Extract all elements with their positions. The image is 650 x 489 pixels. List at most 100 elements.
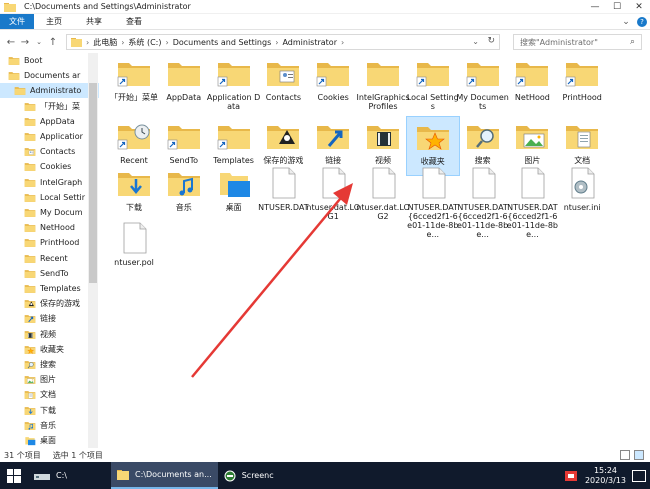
download-icon bbox=[24, 405, 36, 416]
file-item[interactable]: 「开始」菜单 bbox=[107, 53, 161, 113]
nav-item[interactable]: Applicatior bbox=[0, 129, 99, 144]
nav-item[interactable]: 音乐 bbox=[0, 418, 99, 433]
nav-item-label: Local Settir bbox=[40, 192, 86, 202]
nav-item[interactable]: Cookies bbox=[0, 159, 99, 174]
taskbar-item-drive[interactable]: C:\ bbox=[28, 462, 73, 489]
file-item[interactable]: Contacts bbox=[256, 53, 310, 113]
notification-icon[interactable] bbox=[632, 469, 646, 482]
file-item[interactable]: NTUSER.DAT{6cced2f1-6e01-11de-8be... bbox=[505, 163, 559, 239]
nav-item[interactable]: 视频 bbox=[0, 327, 99, 342]
details-view-icon[interactable] bbox=[620, 450, 630, 460]
nav-item[interactable]: NetHood bbox=[0, 220, 99, 235]
file-item[interactable]: NTUSER.DAT bbox=[256, 163, 310, 239]
file-item[interactable]: NetHood bbox=[505, 53, 559, 113]
nav-item[interactable]: Contacts bbox=[0, 144, 99, 159]
clock[interactable]: 15:24 2020/3/13 bbox=[585, 466, 626, 486]
chevron-down-icon[interactable]: ⌄ bbox=[618, 14, 634, 29]
file-icon bbox=[465, 167, 501, 199]
folder-icon bbox=[24, 192, 36, 203]
file-item[interactable]: Local Settings bbox=[406, 53, 460, 113]
download-icon bbox=[116, 167, 152, 199]
link-icon bbox=[24, 313, 36, 324]
nav-item[interactable]: Boot bbox=[0, 53, 99, 68]
tab-view[interactable]: 查看 bbox=[114, 14, 154, 29]
breadcrumb-administrator[interactable]: Administrator bbox=[282, 38, 337, 47]
nav-item[interactable]: AppData bbox=[0, 114, 99, 129]
nav-item[interactable]: 收藏夹 bbox=[0, 342, 99, 357]
picture-icon bbox=[514, 120, 550, 152]
file-item[interactable]: Cookies bbox=[306, 53, 360, 113]
help-icon[interactable]: ? bbox=[634, 14, 650, 29]
tab-home[interactable]: 主页 bbox=[34, 14, 74, 29]
nav-item[interactable]: Local Settir bbox=[0, 190, 99, 205]
doc-icon bbox=[24, 389, 36, 400]
item-count: 31 个项目 bbox=[4, 450, 41, 460]
nav-item[interactable]: Templates bbox=[0, 281, 99, 296]
file-item[interactable]: 桌面 bbox=[207, 163, 261, 239]
nav-item[interactable]: 图片 bbox=[0, 372, 99, 387]
file-item[interactable]: ntuser.dat.LOG1 bbox=[306, 163, 360, 239]
nav-item-label: 「开始」菜 bbox=[40, 101, 80, 111]
folder-shortcut-icon bbox=[465, 57, 501, 89]
breadcrumb-documents-and-settings[interactable]: Documents and Settings bbox=[173, 38, 272, 47]
nav-scrollbar-thumb[interactable] bbox=[89, 83, 97, 283]
file-item[interactable]: 音乐 bbox=[157, 163, 211, 239]
file-item[interactable]: NTUSER.DAT{6cced2f1-6e01-11de-8be... bbox=[406, 163, 460, 239]
file-item[interactable]: ntuser.dat.LOG2 bbox=[356, 163, 410, 239]
nav-item[interactable]: Documents ar bbox=[0, 68, 99, 83]
breadcrumb-c-drive[interactable]: 系统 (C:) bbox=[128, 37, 161, 48]
file-item[interactable]: AppData bbox=[157, 53, 211, 113]
up-icon[interactable]: ↑ bbox=[46, 35, 60, 49]
refresh-icon[interactable]: ↻ bbox=[487, 36, 495, 46]
nav-item-label: 文档 bbox=[40, 390, 56, 400]
file-name: ntuser.pol bbox=[114, 258, 154, 267]
back-icon[interactable]: ← bbox=[4, 35, 18, 49]
tab-file[interactable]: 文件 bbox=[0, 14, 34, 29]
nav-item[interactable]: 桌面 bbox=[0, 433, 99, 448]
nav-item[interactable]: 保存的游戏 bbox=[0, 296, 99, 311]
breadcrumb-this-pc[interactable]: 此电脑 bbox=[93, 37, 117, 48]
nav-item[interactable]: PrintHood bbox=[0, 235, 99, 250]
folder-shortcut-icon bbox=[415, 57, 451, 89]
file-item[interactable]: My Documents bbox=[456, 53, 510, 113]
file-item[interactable]: ntuser.pol bbox=[107, 218, 161, 278]
selection-info: 选中 1 个项目 bbox=[52, 450, 103, 460]
nav-item-label: Boot bbox=[24, 56, 43, 65]
nav-item[interactable]: Administrato bbox=[0, 83, 99, 99]
large-icons-view-icon[interactable] bbox=[634, 450, 644, 460]
nav-item[interactable]: 下载 bbox=[0, 403, 99, 418]
nav-item[interactable]: My Docum bbox=[0, 205, 99, 220]
file-item[interactable]: NTUSER.DAT{6cced2f1-6e01-11de-8be... bbox=[456, 163, 510, 239]
nav-item[interactable]: Recent bbox=[0, 251, 99, 266]
file-item[interactable]: PrintHood bbox=[555, 53, 609, 113]
file-item[interactable]: ntuser.ini bbox=[555, 163, 609, 239]
file-name: NTUSER.DAT{6cced2f1-6e01-11de-8be... bbox=[456, 203, 509, 239]
nav-item[interactable]: 文档 bbox=[0, 387, 99, 402]
windows-start-icon[interactable] bbox=[0, 462, 28, 489]
nav-item[interactable]: IntelGraph bbox=[0, 175, 99, 190]
forward-icon[interactable]: → bbox=[18, 35, 32, 49]
search-input[interactable]: 搜索"Administrator" ⌕ bbox=[513, 34, 642, 50]
contacts-icon bbox=[265, 57, 301, 89]
file-item[interactable]: Application Data bbox=[207, 53, 261, 113]
taskbar-item-label: Screenc bbox=[241, 471, 274, 480]
address-bar[interactable]: › 此电脑 › 系统 (C:) › Documents and Settings… bbox=[66, 34, 500, 50]
minimize-button[interactable]: — bbox=[584, 0, 606, 14]
maximize-button[interactable]: ☐ bbox=[606, 0, 628, 14]
tab-share[interactable]: 共享 bbox=[74, 14, 114, 29]
address-dropdown-icon[interactable]: ⌄ bbox=[472, 37, 479, 46]
file-item[interactable]: IntelGraphicsProfiles bbox=[356, 53, 410, 113]
nav-item[interactable]: 搜索 bbox=[0, 357, 99, 372]
nav-item[interactable]: 「开始」菜 bbox=[0, 99, 99, 114]
nav-scrollbar[interactable] bbox=[88, 53, 98, 448]
nav-item[interactable]: 链接 bbox=[0, 311, 99, 326]
taskbar-item-explorer[interactable]: C:\Documents an... bbox=[110, 462, 218, 489]
nav-item[interactable]: SendTo bbox=[0, 266, 99, 281]
taskbar-item-screencap[interactable]: Screenc bbox=[218, 462, 280, 489]
tray-app-icon[interactable] bbox=[564, 470, 577, 481]
nav-item-label: 收藏夹 bbox=[40, 344, 64, 354]
folder-shortcut-icon bbox=[216, 120, 252, 152]
file-name: My Documents bbox=[456, 93, 509, 111]
close-button[interactable]: ✕ bbox=[628, 0, 650, 14]
recent-locations-icon[interactable]: ⌄ bbox=[32, 35, 46, 49]
